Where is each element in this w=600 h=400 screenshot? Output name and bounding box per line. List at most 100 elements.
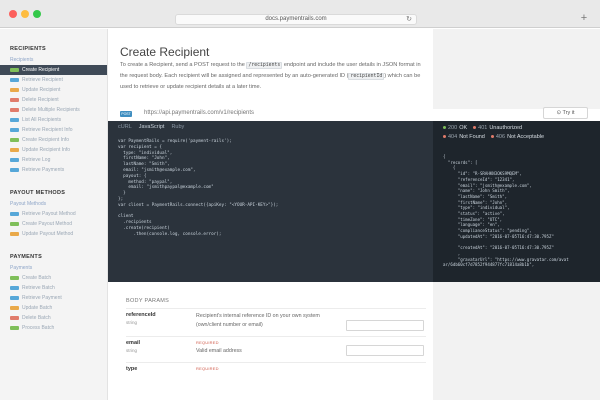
sidebar-item[interactable]: Retrieve Payout Method xyxy=(0,209,107,219)
del-method-badge xyxy=(10,108,19,112)
sidebar-section-title: RECIPIENTS xyxy=(10,46,47,52)
minimize-window-button[interactable] xyxy=(21,10,29,18)
put-method-badge xyxy=(10,306,19,310)
sidebar-section-subtitle[interactable]: Payments xyxy=(0,263,107,273)
reload-icon[interactable]: ↻ xyxy=(406,15,412,23)
param-input[interactable] xyxy=(346,345,424,356)
try-it-label: Try it xyxy=(562,110,575,116)
tab-javascript[interactable]: JavaScript xyxy=(139,124,165,130)
endpoint-url[interactable]: https://api.paymentrails.com/v1/recipien… xyxy=(144,110,254,116)
json-line: ar/6db60cf7d7852f944877fc71814a8b1b", xyxy=(443,262,535,268)
new-tab-button[interactable]: + xyxy=(578,13,590,25)
status-label: OK xyxy=(459,125,468,131)
post-method-badge xyxy=(10,68,19,72)
sidebar-item-label: Update Recipient xyxy=(22,87,61,93)
sidebar-item[interactable]: Process Batch xyxy=(0,323,107,333)
sidebar-item[interactable]: Update Recipient Info xyxy=(0,145,107,155)
try-it-button[interactable]: ⊙ Try it xyxy=(543,107,588,119)
sidebar-item[interactable]: Update Batch xyxy=(0,303,107,313)
sidebar-item[interactable]: Update Recipient xyxy=(0,85,107,95)
recipient-id-code: recipientId xyxy=(348,73,385,80)
status-label: Unauthorized xyxy=(489,125,523,131)
sidebar-item-label: Process Batch xyxy=(22,325,55,331)
play-icon: ⊙ xyxy=(556,110,562,116)
put-method-badge xyxy=(10,232,19,236)
sidebar-item-label: Retrieve Payout Method xyxy=(22,211,76,217)
response-column-background xyxy=(433,29,600,109)
tab-curl[interactable]: cURL xyxy=(118,124,132,130)
put-method-badge xyxy=(10,148,19,152)
sidebar-item[interactable]: Delete Batch xyxy=(0,313,107,323)
status-401[interactable]: 401 Unauthorized xyxy=(473,125,522,131)
param-input[interactable] xyxy=(346,320,424,331)
tab-ruby[interactable]: Ruby xyxy=(171,124,184,130)
get-method-badge xyxy=(10,212,19,216)
sidebar-item[interactable]: Retrieve Batch xyxy=(0,283,107,293)
status-label: Not Found xyxy=(459,134,485,140)
param-description: Valid email address xyxy=(196,348,242,354)
sidebar-item-label: Delete Recipient xyxy=(22,97,59,103)
sidebar-item-label: Retrieve Log xyxy=(22,157,51,163)
sidebar-item-label: Delete Batch xyxy=(22,315,51,321)
zoom-window-button[interactable] xyxy=(33,10,41,18)
sidebar-item[interactable]: Create Recipient Info xyxy=(0,135,107,145)
body-params-section: BODY PARAMS referenceId string Recipient's… xyxy=(108,282,600,400)
put-method-badge xyxy=(10,88,19,92)
sidebar-item[interactable]: Retrieve Payments xyxy=(0,165,107,175)
status-row: 200 OK 401 Unauthorized xyxy=(443,125,528,131)
status-row: 404 Not Found 406 Not Acceptable xyxy=(443,134,550,140)
sidebar-item[interactable]: Create Payout Method xyxy=(0,219,107,229)
get-method-badge xyxy=(10,128,19,132)
sidebar-item[interactable]: Delete Recipient xyxy=(0,95,107,105)
post-method-badge xyxy=(10,326,19,330)
status-code: 401 xyxy=(478,125,488,131)
sidebar-item-label: Retrieve Recipient Info xyxy=(22,127,73,133)
post-method-badge xyxy=(10,276,19,280)
del-method-badge xyxy=(10,316,19,320)
sidebar-item[interactable]: Create Batch xyxy=(0,273,107,283)
status-200[interactable]: 200 OK xyxy=(443,125,467,131)
sidebar-item[interactable]: Update Payout Method xyxy=(0,229,107,239)
sidebar-section-title: PAYMENTS xyxy=(10,254,43,260)
sidebar-section-subtitle[interactable]: Recipients xyxy=(0,55,107,65)
param-required: REQUIRED xyxy=(196,366,219,371)
get-method-badge xyxy=(10,118,19,122)
status-dot-icon xyxy=(473,126,477,130)
language-tabs: cURL JavaScript Ruby xyxy=(118,124,191,130)
status-404[interactable]: 404 Not Found xyxy=(443,134,485,140)
close-window-button[interactable] xyxy=(9,10,17,18)
sidebar-item[interactable]: Retrieve Log xyxy=(0,155,107,165)
sidebar-item-label: Retrieve Recipient xyxy=(22,77,63,83)
post-method-badge xyxy=(10,222,19,226)
sidebar-item[interactable]: Retrieve Recipient xyxy=(0,75,107,85)
sidebar-item[interactable]: Retrieve Payment xyxy=(0,293,107,303)
response-json: { "records": [ { "id": "R-SRAHKN3OKS9MQE… xyxy=(443,154,598,268)
param-row: referenceId string Recipient's internal re… xyxy=(126,312,426,336)
param-type: string xyxy=(126,348,138,353)
sidebar-item[interactable]: Delete Multiple Recipients xyxy=(0,105,107,115)
sidebar-item-label: List All Recipients xyxy=(22,117,62,123)
sidebar: RECIPIENTS Recipients Create Recipient Retr… xyxy=(0,29,108,400)
params-right-column xyxy=(433,282,600,400)
status-dot-icon xyxy=(490,135,494,139)
address-bar[interactable]: docs.paymentrails.com ↻ xyxy=(175,14,417,25)
status-code: 404 xyxy=(448,134,458,140)
sidebar-item[interactable]: Retrieve Recipient Info xyxy=(0,125,107,135)
page-description: To create a Recipient, send a POST reque… xyxy=(120,60,425,92)
status-406[interactable]: 406 Not Acceptable xyxy=(490,134,544,140)
param-row: type REQUIRED xyxy=(126,366,426,390)
sidebar-item-label: Update Batch xyxy=(22,305,53,311)
sidebar-item[interactable]: List All Recipients xyxy=(0,115,107,125)
sidebar-section-subtitle[interactable]: Payout Methods xyxy=(0,199,107,209)
status-code: 200 xyxy=(448,125,458,131)
param-row: email string REQUIRED Valid email address xyxy=(126,340,426,364)
code-sample-panel: cURL JavaScript Ruby var PaymentRails = re… xyxy=(108,121,433,282)
sidebar-item-label: Create Recipient Info xyxy=(22,137,69,143)
param-description: Recipient's internal reference ID on you… xyxy=(196,313,320,328)
sidebar-section-title: PAYOUT METHODS xyxy=(10,190,66,196)
sidebar-item[interactable]: Create Recipient xyxy=(0,65,107,75)
sidebar-item-label: Create Payout Method xyxy=(22,221,73,227)
